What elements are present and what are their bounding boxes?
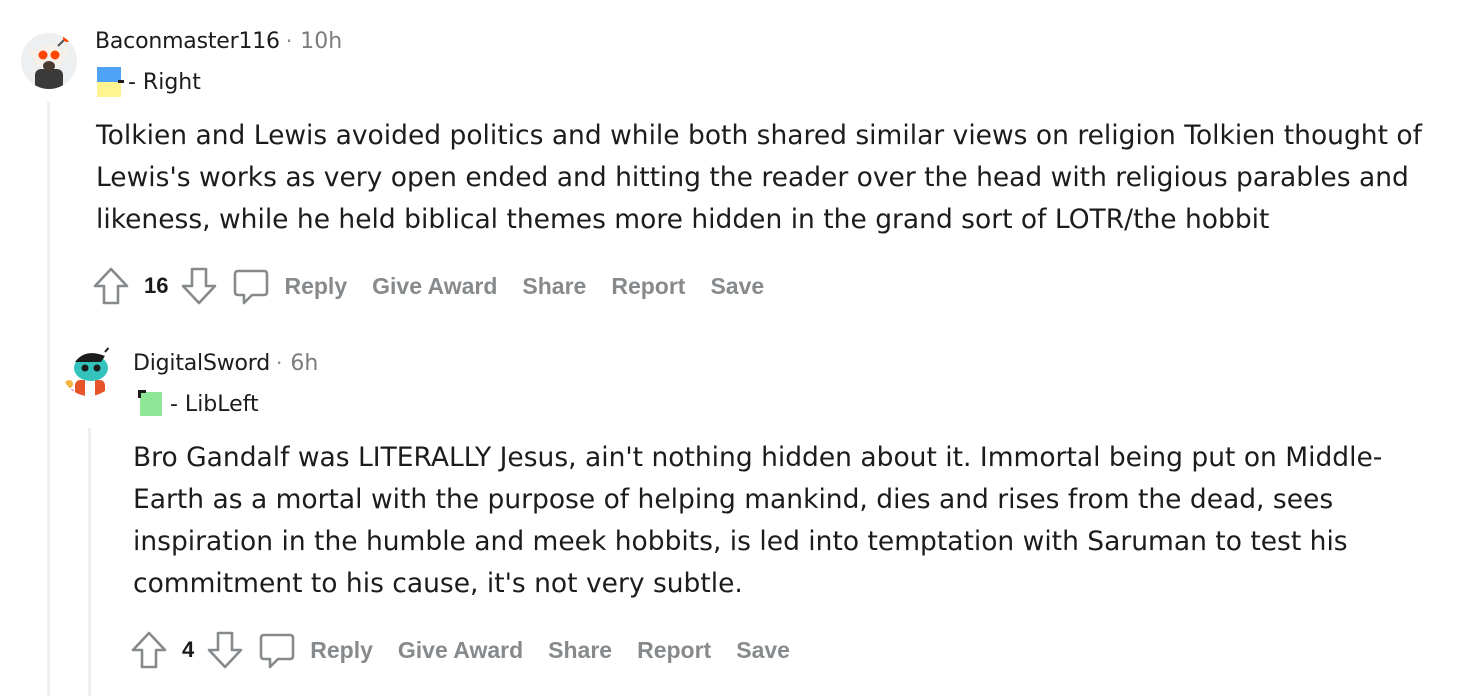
user-flair: - LibLeft — [136, 388, 259, 420]
share-button[interactable]: Share — [548, 637, 612, 664]
share-button[interactable]: Share — [522, 273, 586, 300]
user-flair: - Right — [96, 66, 201, 98]
vote-score: 4 — [182, 637, 195, 662]
snoo-avatar-icon — [21, 33, 77, 89]
comment-bubble-icon[interactable] — [258, 630, 296, 670]
give-award-button[interactable]: Give Award — [398, 637, 523, 664]
snoo-avatar-icon — [65, 340, 116, 396]
upvote-arrow-icon[interactable] — [92, 266, 130, 306]
comment-header: Baconmaster116 · 10h — [95, 29, 342, 54]
comment-body: Bro Gandalf was LITERALLY Jesus, ain't n… — [133, 442, 1383, 599]
political-compass-flair-icon — [97, 67, 124, 97]
comment-header: DigitalSword · 6h — [133, 351, 318, 376]
timestamp[interactable]: 6h — [290, 351, 318, 376]
comment-bubble-icon[interactable] — [232, 266, 270, 306]
username[interactable]: Baconmaster116 — [95, 29, 280, 54]
comment-actions: 16 Reply Give Award Share Report Save — [92, 266, 764, 306]
user-avatar[interactable] — [61, 340, 117, 396]
save-button[interactable]: Save — [710, 273, 764, 300]
downvote-arrow-icon[interactable] — [206, 630, 244, 670]
separator-dot: · — [285, 29, 293, 53]
report-button[interactable]: Report — [611, 273, 685, 300]
comment-body: Tolkien and Lewis avoided politics and w… — [96, 120, 1422, 235]
separator-dot: · — [276, 351, 283, 375]
username[interactable]: DigitalSword — [133, 351, 270, 376]
downvote-arrow-icon[interactable] — [180, 266, 218, 306]
reply-button[interactable]: Reply — [310, 637, 373, 664]
thread-line[interactable] — [88, 428, 91, 696]
save-button[interactable]: Save — [736, 637, 790, 664]
reply-button[interactable]: Reply — [284, 273, 347, 300]
thread-line[interactable] — [47, 102, 50, 696]
timestamp[interactable]: 10h — [300, 29, 342, 54]
give-award-button[interactable]: Give Award — [372, 273, 497, 300]
upvote-arrow-icon[interactable] — [130, 630, 168, 670]
user-avatar[interactable] — [21, 33, 77, 89]
report-button[interactable]: Report — [637, 637, 711, 664]
flair-text: - Right — [128, 69, 201, 95]
comment-actions: 4 Reply Give Award Share Report Save — [130, 630, 790, 670]
flair-text: - LibLeft — [170, 391, 259, 417]
political-compass-flair-icon — [138, 390, 162, 416]
vote-score: 16 — [144, 273, 169, 298]
